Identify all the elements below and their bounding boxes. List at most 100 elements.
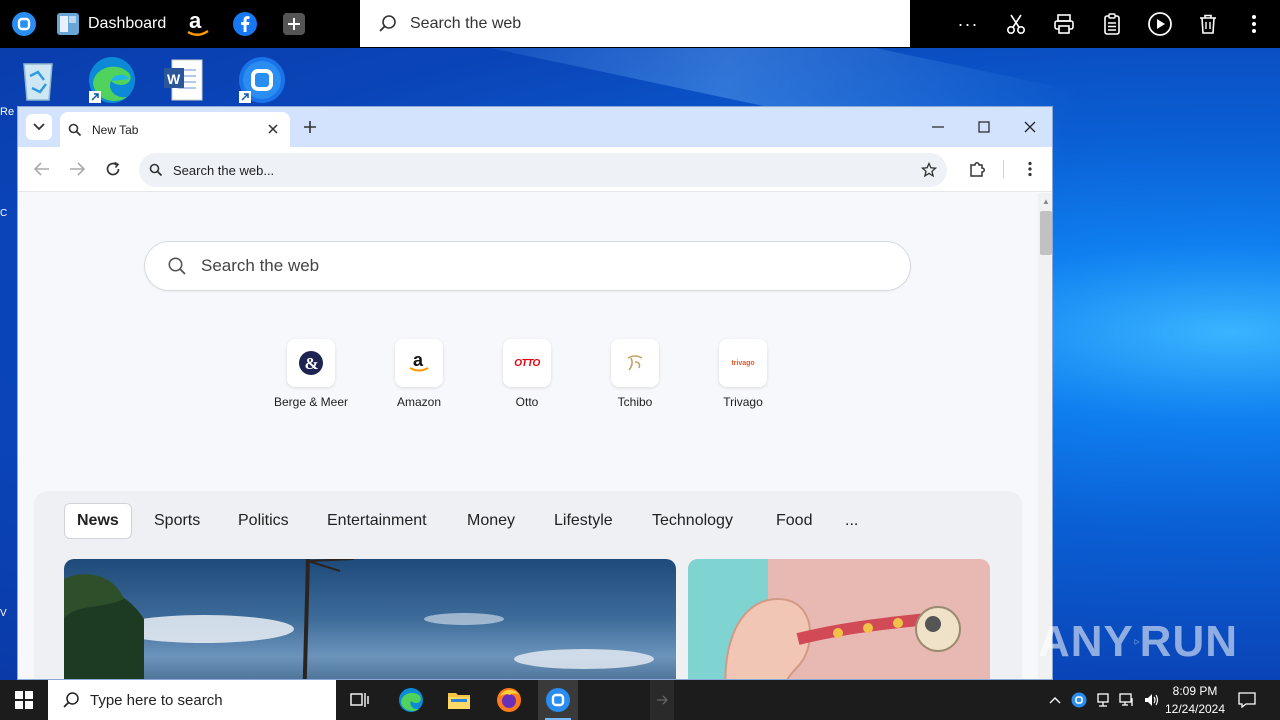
back-button[interactable] <box>26 153 58 185</box>
address-bar[interactable] <box>139 153 947 187</box>
tab-search-button[interactable] <box>26 114 52 140</box>
close-tab-button[interactable] <box>264 120 282 138</box>
scroll-up-icon[interactable]: ▲ <box>1042 197 1050 206</box>
task-view-icon <box>350 693 369 707</box>
dashboard-icon <box>57 13 79 35</box>
reload-icon <box>106 161 120 176</box>
tab-sports[interactable]: Sports <box>142 503 212 539</box>
print-icon[interactable] <box>1048 0 1080 48</box>
vertical-more-icon <box>1028 161 1032 177</box>
notifications-button[interactable] <box>1236 680 1258 720</box>
facebook-icon[interactable] <box>229 0 261 48</box>
ear-anatomy-illustration <box>688 559 961 679</box>
more-categories-button[interactable]: ... <box>833 503 870 539</box>
edge-taskbar-button[interactable] <box>394 680 428 720</box>
svg-text:W: W <box>167 71 181 87</box>
vertical-scrollbar[interactable]: ▲ <box>1038 193 1052 679</box>
address-input[interactable] <box>173 162 893 178</box>
shortcut-label: Berge & Meer <box>273 395 349 409</box>
app-shortcut-icon[interactable] <box>236 54 288 106</box>
news-card-image[interactable] <box>688 559 990 679</box>
windows-icon <box>15 691 33 709</box>
shortcut-trivago[interactable]: trivago Trivago <box>693 339 793 419</box>
close-icon <box>268 124 278 134</box>
shortcut-label: Tchibo <box>617 395 653 409</box>
page-search-box[interactable] <box>144 241 911 291</box>
page-search-input[interactable] <box>201 256 881 276</box>
reload-button[interactable] <box>97 153 129 185</box>
watermark-right: RUN <box>1139 617 1238 666</box>
system-clock[interactable]: 8:09 PM 12/24/2024 <box>1160 682 1230 718</box>
word-document-icon[interactable]: W <box>158 54 210 106</box>
news-card-image[interactable] <box>64 559 676 679</box>
volume-icon[interactable] <box>1140 680 1162 720</box>
more-icon[interactable]: ··· <box>950 0 986 48</box>
start-button[interactable] <box>0 680 48 720</box>
search-icon <box>168 257 186 275</box>
tab-lifestyle[interactable]: Lifestyle <box>542 503 625 539</box>
recycle-bin-icon[interactable] <box>12 54 64 106</box>
app-taskbar-button[interactable] <box>538 680 578 720</box>
tab-politics[interactable]: Politics <box>226 503 301 539</box>
amazon-icon[interactable]: a <box>182 0 214 48</box>
forward-button[interactable] <box>61 153 93 185</box>
tchibo-icon <box>611 339 659 387</box>
network-icon[interactable] <box>1116 680 1138 720</box>
svg-text:&: & <box>305 354 319 373</box>
taskbar-search-input[interactable] <box>90 691 330 709</box>
play-icon[interactable] <box>1144 0 1176 48</box>
clipboard-icon[interactable] <box>1096 0 1128 48</box>
app-logo-icon[interactable] <box>8 0 40 48</box>
shortcut-label: Amazon <box>396 395 442 409</box>
taskbar-search[interactable] <box>48 680 336 720</box>
toolbar-divider <box>1003 160 1004 178</box>
top-search-box[interactable] <box>360 0 910 47</box>
amazon-icon: a <box>395 339 443 387</box>
shortcut-otto[interactable]: OTTO Otto <box>477 339 577 419</box>
shortcut-amazon[interactable]: a Amazon <box>369 339 469 419</box>
shortcut-tchibo[interactable]: Tchibo <box>585 339 685 419</box>
minimize-button[interactable] <box>915 107 961 147</box>
tab-money[interactable]: Money <box>455 503 527 539</box>
menu-button[interactable] <box>1014 153 1046 185</box>
file-explorer-button[interactable] <box>442 680 476 720</box>
tray-app-icon[interactable] <box>1068 680 1090 720</box>
watermark-left: ANY <box>1038 617 1134 666</box>
shortcut-berge-meer[interactable]: & Berge & Meer <box>261 339 361 419</box>
hidden-window-button[interactable] <box>650 680 674 720</box>
berge-meer-icon: & <box>287 339 335 387</box>
show-hidden-icons-button[interactable] <box>1044 680 1066 720</box>
top-search-input[interactable] <box>410 14 890 33</box>
close-window-button[interactable] <box>1007 107 1052 147</box>
task-view-button[interactable] <box>344 680 376 720</box>
dashboard-tab[interactable]: Dashboard <box>56 0 168 48</box>
tab-news[interactable]: News <box>64 503 132 539</box>
otto-icon: OTTO <box>503 339 551 387</box>
maximize-button[interactable] <box>961 107 1007 147</box>
new-tab-button[interactable] <box>298 115 322 139</box>
shortcut-label: Trivago <box>723 395 763 409</box>
notification-icon <box>1238 692 1256 708</box>
tab-food[interactable]: Food <box>764 503 824 539</box>
browser-toolbar <box>18 147 1052 192</box>
search-icon <box>149 163 163 177</box>
scroll-thumb[interactable] <box>1040 211 1052 255</box>
puzzle-icon <box>970 162 985 177</box>
star-icon[interactable] <box>921 162 937 178</box>
tab-technology[interactable]: Technology <box>640 503 745 539</box>
app-logo-icon <box>546 688 570 712</box>
firefox-button[interactable] <box>492 680 526 720</box>
tab-entertainment[interactable]: Entertainment <box>315 503 439 539</box>
browser-window: New Tab Search the web... Search the web… <box>17 106 1053 680</box>
desktop-label: Re <box>0 106 15 118</box>
tray-network-app-icon[interactable] <box>1092 680 1114 720</box>
clock-date: 12/24/2024 <box>1164 702 1226 716</box>
extensions-button[interactable] <box>962 153 994 185</box>
scissors-icon[interactable] <box>1000 0 1032 48</box>
tab-new-tab[interactable]: New Tab <box>60 112 290 147</box>
trash-icon[interactable] <box>1192 0 1224 48</box>
vertical-more-icon[interactable] <box>1240 0 1268 48</box>
close-icon <box>1024 121 1036 133</box>
add-tab-icon[interactable] <box>278 0 310 48</box>
edge-shortcut-icon[interactable] <box>86 54 138 106</box>
